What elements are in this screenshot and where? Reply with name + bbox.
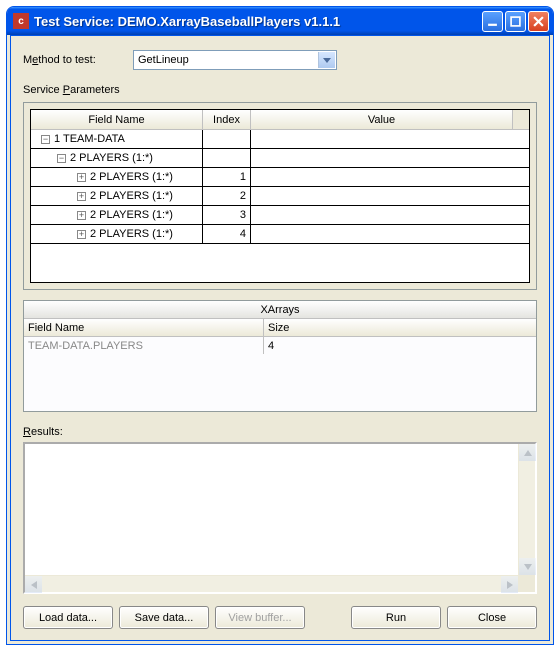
table-row[interactable]: +2 PLAYERS (1:*)2 — [31, 187, 529, 206]
parameters-grid[interactable]: Field Name Index Value −1 TEAM-DATA−2 PL… — [30, 109, 530, 283]
button-row: Load data... Save data... View buffer...… — [23, 606, 537, 630]
xarrays-row[interactable]: TEAM-DATA.PLAYERS 4 — [24, 337, 536, 354]
save-data-button[interactable]: Save data... — [119, 606, 209, 629]
column-field-name[interactable]: Field Name — [31, 110, 203, 129]
close-window-button[interactable] — [528, 11, 549, 32]
expand-icon[interactable]: + — [77, 211, 86, 220]
cell-field-name: −2 PLAYERS (1:*) — [31, 149, 203, 167]
cell-index: 4 — [203, 225, 251, 243]
dialog-window: c Test Service: DEMO.XarrayBaseballPlaye… — [6, 6, 554, 645]
load-data-button[interactable]: Load data... — [23, 606, 113, 629]
results-textarea[interactable] — [23, 442, 537, 594]
grid-header: Field Name Index Value — [31, 110, 529, 130]
cell-field-name: +2 PLAYERS (1:*) — [31, 168, 203, 186]
xarrays-col-name[interactable]: Field Name — [24, 319, 264, 336]
column-index[interactable]: Index — [203, 110, 251, 129]
table-row[interactable]: +2 PLAYERS (1:*)3 — [31, 206, 529, 225]
node-label: 2 PLAYERS (1:*) — [90, 209, 173, 221]
maximize-icon — [510, 16, 521, 27]
xarrays-cell-name: TEAM-DATA.PLAYERS — [24, 337, 264, 354]
service-parameters-panel: Field Name Index Value −1 TEAM-DATA−2 PL… — [23, 102, 537, 290]
results-label: Results: — [23, 426, 537, 438]
column-value[interactable]: Value — [251, 110, 512, 129]
close-button[interactable]: Close — [447, 606, 537, 629]
cell-value[interactable] — [251, 130, 529, 148]
method-row: Method to test: GetLineup — [23, 50, 537, 70]
minimize-button[interactable] — [482, 11, 503, 32]
app-icon: c — [13, 13, 29, 29]
vertical-scrollbar[interactable] — [518, 444, 535, 575]
xarrays-header: Field Name Size — [24, 319, 536, 337]
node-label: 2 PLAYERS (1:*) — [70, 152, 153, 164]
node-label: 2 PLAYERS (1:*) — [90, 228, 173, 240]
node-label: 2 PLAYERS (1:*) — [90, 171, 173, 183]
cell-value[interactable] — [251, 187, 529, 205]
expand-icon[interactable]: + — [77, 192, 86, 201]
cell-field-name: +2 PLAYERS (1:*) — [31, 206, 203, 224]
app-icon-letter: c — [18, 16, 24, 27]
cell-field-name: +2 PLAYERS (1:*) — [31, 187, 203, 205]
cell-index: 3 — [203, 206, 251, 224]
run-button[interactable]: Run — [351, 606, 441, 629]
horizontal-scrollbar[interactable] — [25, 575, 518, 592]
table-row[interactable]: −1 TEAM-DATA — [31, 130, 529, 149]
xarrays-panel: XArrays Field Name Size TEAM-DATA.PLAYER… — [23, 300, 537, 412]
scroll-right-icon[interactable] — [501, 576, 518, 593]
cell-value[interactable] — [251, 149, 529, 167]
scroll-down-icon[interactable] — [519, 558, 536, 575]
scrollbar-corner — [518, 575, 535, 592]
cell-value[interactable] — [251, 225, 529, 243]
cell-value[interactable] — [251, 168, 529, 186]
xarrays-col-size[interactable]: Size — [264, 319, 536, 336]
table-row[interactable]: +2 PLAYERS (1:*)1 — [31, 168, 529, 187]
xarrays-cell-size: 4 — [264, 337, 536, 354]
cell-value[interactable] — [251, 206, 529, 224]
scroll-left-icon[interactable] — [25, 576, 42, 593]
grid-header-pad — [512, 110, 529, 129]
window-title: Test Service: DEMO.XarrayBaseballPlayers… — [34, 14, 482, 29]
cell-index: 2 — [203, 187, 251, 205]
cell-field-name: +2 PLAYERS (1:*) — [31, 225, 203, 243]
title-bar[interactable]: c Test Service: DEMO.XarrayBaseballPlaye… — [7, 7, 553, 35]
collapse-icon[interactable]: − — [41, 135, 50, 144]
table-row[interactable]: −2 PLAYERS (1:*) — [31, 149, 529, 168]
expand-icon[interactable]: + — [77, 173, 86, 182]
cell-index: 1 — [203, 168, 251, 186]
expand-icon[interactable]: + — [77, 230, 86, 239]
method-selected: GetLineup — [138, 54, 189, 66]
view-buffer-button: View buffer... — [215, 606, 305, 629]
chevron-down-icon[interactable] — [318, 52, 335, 68]
method-label: Method to test: — [23, 54, 133, 66]
method-combobox[interactable]: GetLineup — [133, 50, 337, 70]
maximize-button[interactable] — [505, 11, 526, 32]
collapse-icon[interactable]: − — [57, 154, 66, 163]
node-label: 1 TEAM-DATA — [54, 133, 125, 145]
cell-index — [203, 149, 251, 167]
client-area: Method to test: GetLineup Service Parame… — [10, 35, 550, 641]
xarrays-title: XArrays — [24, 301, 536, 319]
cell-field-name: −1 TEAM-DATA — [31, 130, 203, 148]
cell-index — [203, 130, 251, 148]
table-row[interactable]: +2 PLAYERS (1:*)4 — [31, 225, 529, 244]
node-label: 2 PLAYERS (1:*) — [90, 190, 173, 202]
scroll-up-icon[interactable] — [519, 444, 536, 461]
close-icon — [533, 16, 544, 27]
minimize-icon — [487, 16, 498, 27]
service-parameters-label: Service Parameters — [23, 84, 537, 96]
